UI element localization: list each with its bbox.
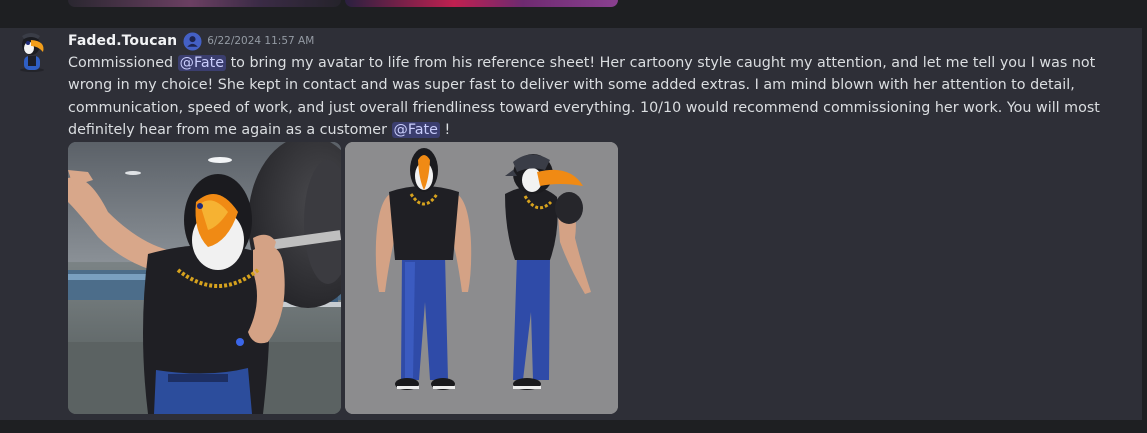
author-avatar[interactable] bbox=[16, 30, 48, 72]
user-icon[interactable] bbox=[183, 31, 202, 51]
previous-message-attachment[interactable] bbox=[345, 0, 618, 7]
author-name[interactable]: Faded.Toucan bbox=[68, 33, 177, 49]
message-text: Commissioned bbox=[68, 55, 178, 71]
message-content: Commissioned @Fate to bring my avatar to… bbox=[68, 52, 1128, 141]
message-header: Faded.Toucan 6/22/2024 11:57 AM bbox=[68, 31, 314, 51]
message-timestamp[interactable]: 6/22/2024 11:57 AM bbox=[207, 35, 314, 47]
toucan-reference-sheet-image bbox=[345, 142, 618, 414]
image-attachment[interactable] bbox=[68, 142, 341, 414]
previous-message-attachment[interactable] bbox=[68, 0, 341, 7]
chat-view: Faded.Toucan 6/22/2024 11:57 AM Commissi… bbox=[0, 0, 1147, 433]
image-attachment[interactable] bbox=[345, 142, 618, 414]
toucan-avatar-render-image bbox=[68, 142, 341, 414]
user-mention[interactable]: @Fate bbox=[177, 55, 227, 71]
message-text: ! bbox=[439, 121, 451, 138]
chat-bottom-gap bbox=[0, 420, 1147, 433]
user-mention[interactable]: @Fate bbox=[391, 121, 440, 138]
